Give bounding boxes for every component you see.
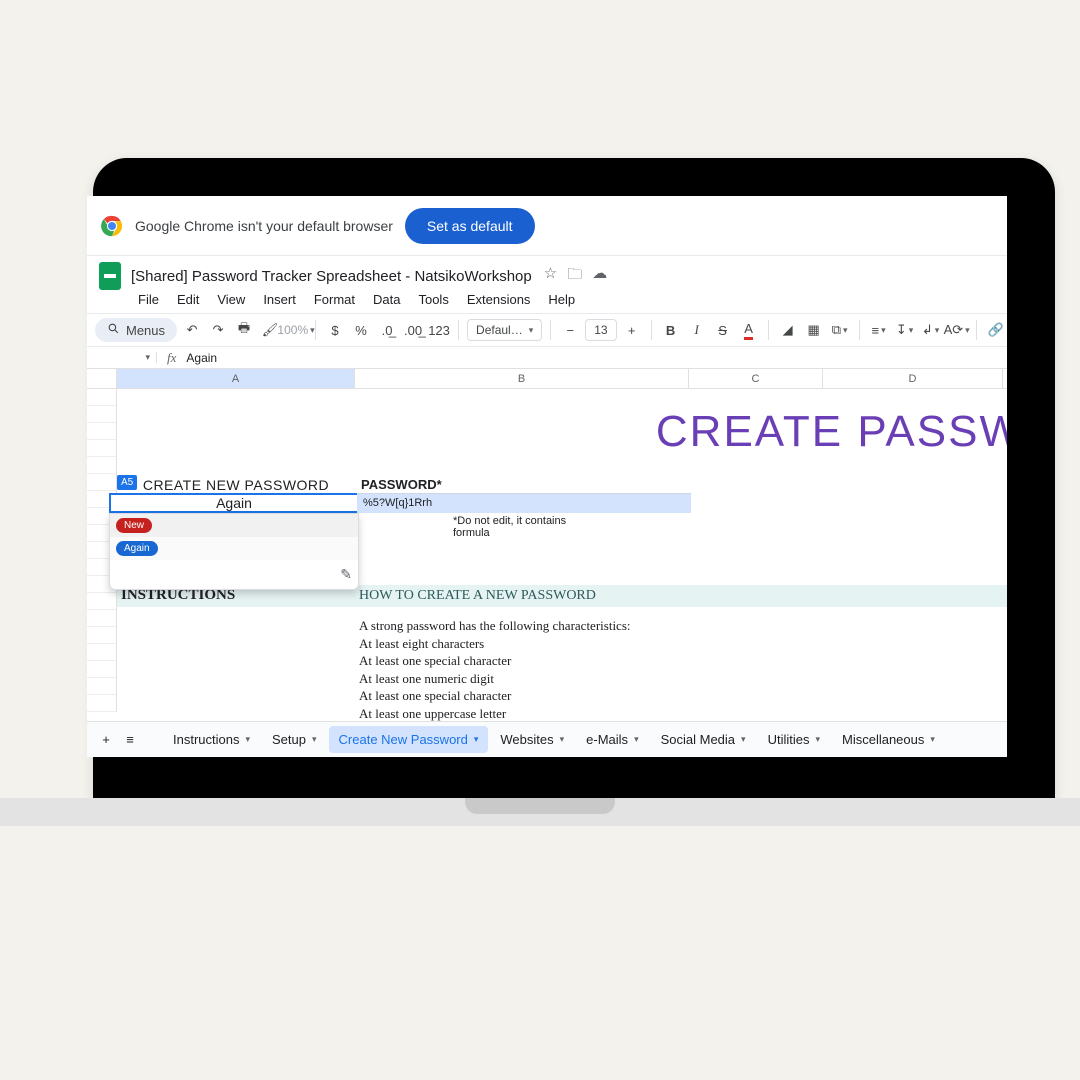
- undo-icon[interactable]: ↶: [181, 318, 203, 342]
- cell-B6[interactable]: *Do not edit, it contains formula: [357, 513, 691, 539]
- instr-line[interactable]: At least one uppercase letter: [359, 705, 631, 723]
- dropdown-edit-icon[interactable]: ✎: [110, 560, 358, 589]
- name-box[interactable]: ▾: [87, 352, 157, 363]
- number-format-icon[interactable]: 123: [428, 318, 450, 342]
- text-color-icon[interactable]: A: [738, 318, 760, 342]
- cell-ref-badge: A5: [117, 475, 137, 490]
- menu-edit[interactable]: Edit: [170, 290, 206, 309]
- wrap-icon[interactable]: ↲▾: [920, 318, 942, 342]
- redo-icon[interactable]: ↷: [207, 318, 229, 342]
- grid-area[interactable]: CREATE PASSW CREATE NEW PASSWORD PASSWOR…: [87, 389, 1007, 743]
- tab-social-media[interactable]: Social Media▾: [651, 726, 756, 753]
- screen: Google Chrome isn't your default browser…: [87, 196, 1007, 757]
- chrome-icon: [101, 215, 123, 237]
- menu-data[interactable]: Data: [366, 290, 407, 309]
- tab-miscellaneous[interactable]: Miscellaneous▾: [832, 726, 945, 753]
- cloud-icon[interactable]: ☁: [592, 264, 607, 289]
- menu-file[interactable]: File: [131, 290, 166, 309]
- search-icon: [107, 322, 120, 338]
- link-icon[interactable]: 🔗: [985, 318, 1007, 342]
- toolbar: Menus ↶ ↷ 🖶 🖌 100%▾ $ % .0̲ .00̲ 123 Def…: [87, 313, 1007, 347]
- rotate-icon[interactable]: A⟳▾: [946, 318, 968, 342]
- cell-B5[interactable]: %5?W[q}1Rrh: [357, 493, 691, 513]
- menus-label: Menus: [126, 323, 165, 338]
- instr-line[interactable]: At least one special character: [359, 652, 631, 670]
- add-sheet-icon[interactable]: +: [95, 728, 117, 752]
- tab-emails[interactable]: e-Mails▾: [576, 726, 648, 753]
- halign-icon[interactable]: ≡▾: [868, 318, 890, 342]
- font-size-minus[interactable]: −: [559, 318, 581, 342]
- tab-setup[interactable]: Setup▾: [262, 726, 327, 753]
- dec-decrease-icon[interactable]: .0̲: [376, 318, 398, 342]
- col-D[interactable]: D: [823, 369, 1003, 388]
- default-browser-banner: Google Chrome isn't your default browser…: [87, 196, 1007, 256]
- col-A[interactable]: A: [117, 369, 355, 388]
- menu-insert[interactable]: Insert: [256, 290, 303, 309]
- laptop-notch: [465, 798, 615, 814]
- move-icon[interactable]: 🗀: [567, 264, 582, 289]
- col-C[interactable]: C: [689, 369, 823, 388]
- merge-icon[interactable]: ⧉▾: [829, 318, 851, 342]
- instr-line[interactable]: At least one numeric digit: [359, 670, 631, 688]
- row-4-labels: CREATE NEW PASSWORD PASSWORD*: [117, 477, 689, 493]
- zoom-select[interactable]: 100%▾: [285, 318, 307, 342]
- font-size-plus[interactable]: +: [621, 318, 643, 342]
- menu-help[interactable]: Help: [541, 290, 582, 309]
- valign-icon[interactable]: ↧▾: [894, 318, 916, 342]
- set-default-button[interactable]: Set as default: [405, 208, 535, 244]
- star-icon[interactable]: ☆: [544, 264, 557, 289]
- instr-line[interactable]: At least eight characters: [359, 635, 631, 653]
- font-size-input[interactable]: 13: [585, 319, 616, 341]
- menu-format[interactable]: Format: [307, 290, 362, 309]
- font-family-select[interactable]: Defaul…▾: [467, 319, 542, 341]
- laptop-frame: Google Chrome isn't your default browser…: [93, 158, 1055, 798]
- doc-title[interactable]: [Shared] Password Tracker Spreadsheet - …: [131, 268, 532, 285]
- cell-A5-value: Again: [216, 495, 252, 511]
- sheets-icon[interactable]: [99, 262, 121, 290]
- col-B[interactable]: B: [355, 369, 689, 388]
- percent-icon[interactable]: %: [350, 318, 372, 342]
- pencil-icon: ✎: [340, 566, 352, 582]
- currency-icon[interactable]: $: [324, 318, 346, 342]
- menu-view[interactable]: View: [210, 290, 252, 309]
- menus-search[interactable]: Menus: [95, 318, 177, 342]
- titlebar: [Shared] Password Tracker Spreadsheet - …: [87, 256, 1007, 290]
- tab-utilities[interactable]: Utilities▾: [758, 726, 830, 753]
- tab-instructions[interactable]: Instructions▾: [163, 726, 260, 753]
- menu-tools[interactable]: Tools: [411, 290, 455, 309]
- data-validation-dropdown[interactable]: New Again ✎: [109, 513, 359, 590]
- instr-line[interactable]: At least one special character: [359, 687, 631, 705]
- menu-extensions[interactable]: Extensions: [460, 290, 538, 309]
- bold-icon[interactable]: B: [660, 318, 682, 342]
- fill-color-icon[interactable]: ◢: [777, 318, 799, 342]
- borders-icon[interactable]: ▦: [803, 318, 825, 342]
- banner-heading: CREATE PASSW: [656, 407, 1007, 457]
- sheet-tab-bar: + ≡ Instructions▾ Setup▾ Create New Pass…: [87, 721, 1007, 757]
- menubar: File Edit View Insert Format Data Tools …: [87, 290, 1007, 313]
- dropdown-option-new[interactable]: New: [110, 514, 358, 537]
- formula-content[interactable]: Again: [186, 351, 217, 365]
- column-headers: A B C D: [87, 369, 1007, 389]
- print-icon[interactable]: 🖶: [233, 318, 255, 342]
- instr-line[interactable]: A strong password has the following char…: [359, 617, 631, 635]
- banner-text: Google Chrome isn't your default browser: [135, 218, 393, 234]
- formula-bar: ▾ fx Again: [87, 347, 1007, 369]
- chevron-down-icon: ▾: [145, 352, 150, 363]
- tab-websites[interactable]: Websites▾: [490, 726, 574, 753]
- all-sheets-icon[interactable]: ≡: [119, 728, 141, 752]
- cell-A4[interactable]: CREATE NEW PASSWORD: [117, 477, 355, 493]
- italic-icon[interactable]: I: [686, 318, 708, 342]
- dec-increase-icon[interactable]: .00̲: [402, 318, 424, 342]
- instructions-heading[interactable]: HOW TO CREATE A NEW PASSWORD: [355, 585, 855, 607]
- dropdown-option-again[interactable]: Again: [110, 537, 358, 560]
- strike-icon[interactable]: S: [712, 318, 734, 342]
- fx-icon: fx: [157, 350, 186, 366]
- cell-A5-editor[interactable]: Again: [109, 493, 359, 513]
- cell-B4[interactable]: PASSWORD*: [355, 477, 689, 493]
- tab-create-new-password[interactable]: Create New Password▾: [329, 726, 489, 753]
